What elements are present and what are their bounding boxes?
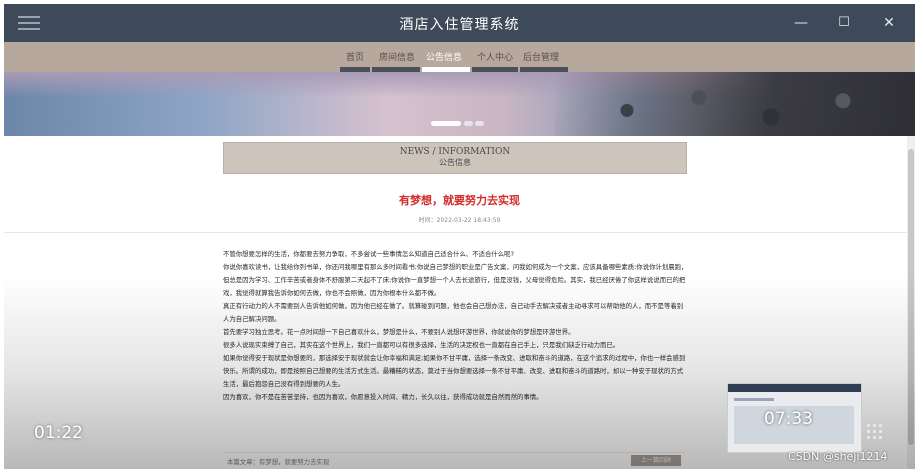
article-paragraph: 因为喜欢，你不是在苦苦坚持，也因为喜欢，你愿意投入时间、精力，长久以往，获得成功… (223, 393, 543, 401)
banner-image (555, 72, 915, 136)
maximize-icon[interactable]: ☐ (832, 13, 856, 33)
article-paragraph: 真正有行动力的人不需要别人告诉他如何做，因为他已经在做了。就算碰到问题，他也会自… (223, 302, 684, 323)
article-paragraph: 不管你想要怎样的生活，你都要去努力争取，不多尝试一些事情怎么知道自己适合什么、不… (223, 250, 514, 258)
nav-item-admin[interactable]: 后台管理 (523, 50, 559, 63)
section-title-en: NEWS / INFORMATION (399, 147, 511, 157)
video-elapsed-time: 01:22 (34, 423, 83, 443)
article-footer: 本篇文章：有梦想，就要努力去实现 上一篇回顾 (223, 452, 685, 467)
app-title: 酒店入住管理系统 (399, 17, 520, 33)
nav-item-notices[interactable]: 公告信息 (426, 50, 462, 63)
watermark: CSDN @sheji1214 (788, 450, 888, 463)
nav-item-home[interactable]: 首页 (346, 50, 364, 63)
article-paragraph: 如果你觉得安于现状是你想要的，那选择安于现状就会让你幸福和满足;如果你不甘平庸，… (223, 354, 686, 388)
article-paragraph: 首先要学习独立思考。花一点时间想一下自己喜欢什么，梦想是什么，不要别人说想环游世… (223, 328, 575, 336)
carousel-dot-1[interactable] (431, 121, 461, 126)
previous-article-button[interactable]: 上一篇回顾 (631, 455, 681, 466)
article-title: 有梦想，就要努力去实现 (399, 194, 520, 207)
section-title-cn: 公告信息 (439, 158, 471, 167)
article-time: 时间：2022-03-22 18:43:59 (418, 217, 501, 224)
nav-item-profile[interactable]: 个人中心 (477, 50, 513, 63)
article-body: 不管你想要怎样的生活，你都要去努力争取，不多尝试一些事情怎么知道自己适合什么、不… (223, 248, 689, 404)
banner-carousel[interactable] (4, 72, 915, 136)
minimize-icon[interactable]: — (789, 13, 813, 33)
nav-item-rooms[interactable]: 房间信息 (379, 50, 415, 63)
thumbnail-line (734, 398, 774, 401)
video-preview-time: 07:33 (764, 409, 813, 429)
article-paragraph: 很多人说现实束缚了自己，其实在这个世界上，我们一直都可以有很多选择，生活的决定权… (223, 341, 620, 349)
title-bar: 酒店入住管理系统 — ☐ ✕ (4, 4, 915, 42)
app-window: 酒店入住管理系统 — ☐ ✕ 首页 房间信息 公告信息 个人中心 后台管理 NE… (4, 4, 915, 469)
carousel-dot-3[interactable] (475, 121, 484, 126)
thumbnail-titlebar (728, 384, 861, 392)
section-header: NEWS / INFORMATION 公告信息 (223, 142, 687, 174)
scrollbar-thumb[interactable] (908, 149, 914, 445)
grid-icon[interactable] (867, 424, 883, 440)
divider (4, 232, 915, 233)
carousel-dot-2[interactable] (464, 121, 473, 126)
current-article-label: 本篇文章：有梦想，就要努力去实现 (227, 458, 330, 466)
main-nav: 首页 房间信息 公告信息 个人中心 后台管理 (4, 42, 915, 72)
article-paragraph: 你说你喜欢读书，让我给你列书单，你还问我哪里有那么多时间看书;你说自己梦想的职业… (223, 263, 688, 297)
close-icon[interactable]: ✕ (877, 13, 901, 33)
